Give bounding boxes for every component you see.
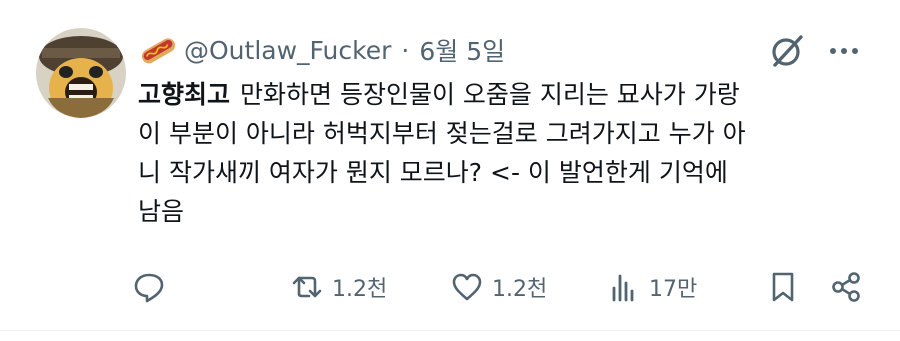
user-handle[interactable]: @Outlaw_Fucker — [184, 36, 391, 65]
hotdog-emoji-icon — [138, 35, 178, 65]
action-bar: 1.2천 1.2천 17만 — [132, 266, 867, 308]
reply-button[interactable] — [132, 266, 166, 308]
retweet-count: 1.2천 — [332, 277, 388, 302]
share-button[interactable] — [829, 266, 863, 308]
bookmark-button[interactable] — [766, 266, 800, 308]
divider — [0, 330, 900, 331]
tweet-header: @Outlaw_Fucker · 6월 5일 — [138, 30, 505, 70]
views-count: 17만 — [649, 277, 698, 302]
avatar[interactable] — [36, 28, 126, 118]
tweet-text: 고향최고 만화하면 등장인물이 오줌을 지리는 묘사가 가랑 이 부분이 아니라 … — [138, 75, 858, 231]
retweet-button[interactable]: 1.2천 — [290, 266, 387, 308]
more-icon[interactable] — [826, 32, 862, 70]
heart-icon — [452, 273, 482, 301]
retweet-icon — [292, 276, 322, 298]
grok-icon[interactable] — [768, 32, 806, 70]
header-separator: · — [401, 35, 410, 65]
reply-icon — [134, 273, 164, 303]
quoted-author-name: 고향최고 — [138, 80, 231, 109]
share-icon — [832, 272, 860, 302]
like-count: 1.2천 — [492, 277, 548, 302]
like-button[interactable]: 1.2천 — [450, 266, 547, 308]
tweet-date[interactable]: 6월 5일 — [419, 32, 505, 68]
bookmark-icon — [772, 272, 794, 302]
views-button[interactable]: 17만 — [607, 266, 697, 308]
views-icon — [612, 274, 634, 302]
